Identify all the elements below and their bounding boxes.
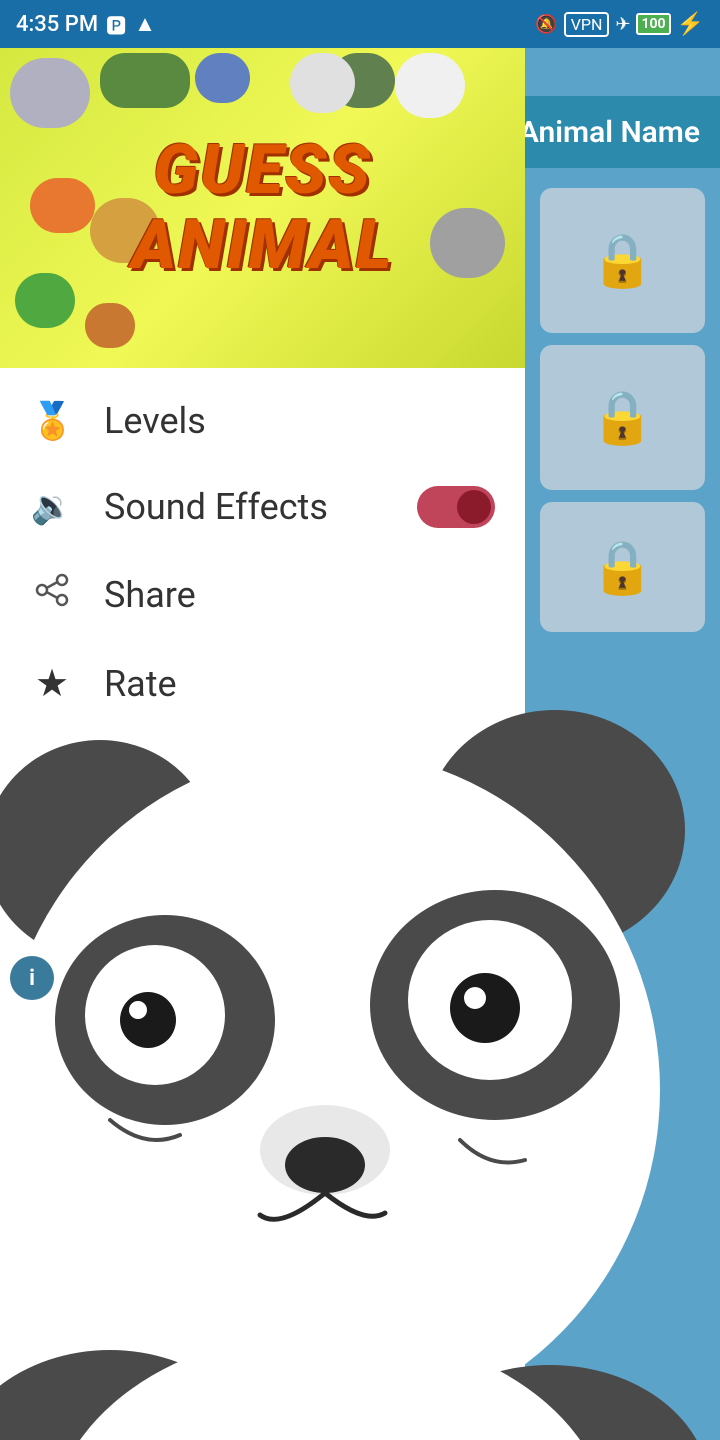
koala-decoration [430,208,505,278]
frog-decoration [15,273,75,328]
sheep-decoration [395,53,465,118]
vpn-badge: VPN [564,12,610,37]
charging-icon: ⚡ [677,12,704,37]
lock-icon-1: 🔒 [590,230,655,291]
locked-card-3: 🔒 [540,502,705,632]
sound-icon: 🔉 [30,487,74,527]
panda-illustration [0,660,720,1440]
menu-item-share[interactable]: Share [0,550,525,639]
battery-display: 100 [636,13,670,35]
mute-icon: 🔕 [535,14,557,35]
status-left: 4:35 PM 🅿 ▲ [16,10,156,39]
bird-decoration [195,53,250,103]
croc-decoration [100,53,190,108]
levels-icon: 🏅 [30,400,74,442]
banner-background: GUESS ANIMAL [0,48,525,368]
status-right: 🔕 VPN ✈ 100 ⚡ [535,12,704,37]
info-button[interactable]: i [10,956,54,1000]
locked-cards: 🔒 🔒 🔒 [540,188,710,632]
sound-effects-toggle[interactable] [417,486,495,528]
banner-title-container: GUESS ANIMAL [131,133,393,283]
extra-deco-1 [85,303,135,348]
game-header-title: Animal Name [519,115,700,150]
sound-effects-label: Sound Effects [104,486,387,528]
lock-icon-2: 🔒 [590,387,655,448]
time-display: 4:35 PM [16,12,98,37]
locked-card-1: 🔒 [540,188,705,333]
menu-item-sound-effects[interactable]: 🔉 Sound Effects [0,464,525,550]
banner-line2: ANIMAL [131,208,393,283]
fish-decoration [30,178,95,233]
levels-label: Levels [104,400,495,442]
toggle-knob [457,490,491,524]
locked-card-2: 🔒 [540,345,705,490]
parking-icon: 🅿 [106,10,126,39]
status-bar: 4:35 PM 🅿 ▲ 🔕 VPN ✈ 100 ⚡ [0,0,720,48]
lock-icon-3: 🔒 [590,537,655,598]
panda-overlay [0,660,720,1440]
menu-item-levels[interactable]: 🏅 Levels [0,378,525,464]
share-icon [30,572,74,617]
airplane-icon: ✈ [615,14,630,35]
game-banner: GUESS ANIMAL [0,48,525,368]
banner-line1: GUESS [131,133,393,208]
signal-icon: ▲ [134,11,156,37]
panda-deco [290,53,355,113]
share-label: Share [104,574,495,616]
hippo-decoration [10,58,90,128]
info-icon-label: i [29,966,35,991]
